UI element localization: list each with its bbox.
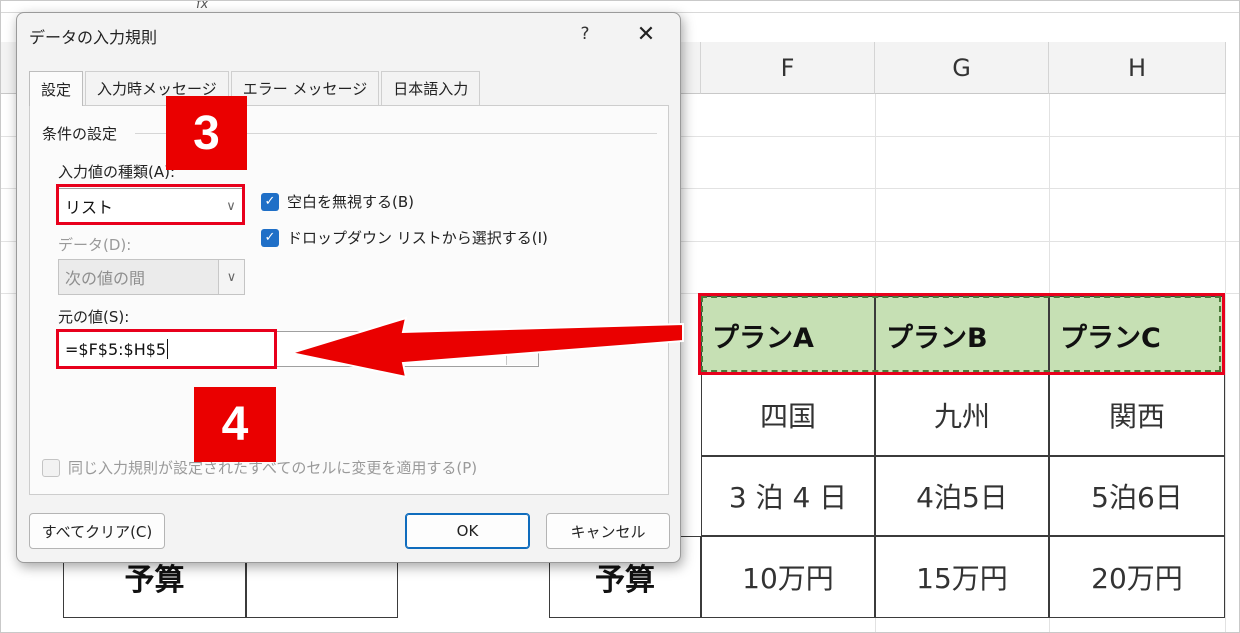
arrow-annotation (290, 316, 684, 379)
tab-settings[interactable]: 設定 (29, 71, 84, 106)
red-arrow-icon (290, 316, 684, 379)
screenshot-frame: fx F G H プランA プランB プランC 四国 九州 関西 3 泊 4 日… (0, 0, 1240, 633)
